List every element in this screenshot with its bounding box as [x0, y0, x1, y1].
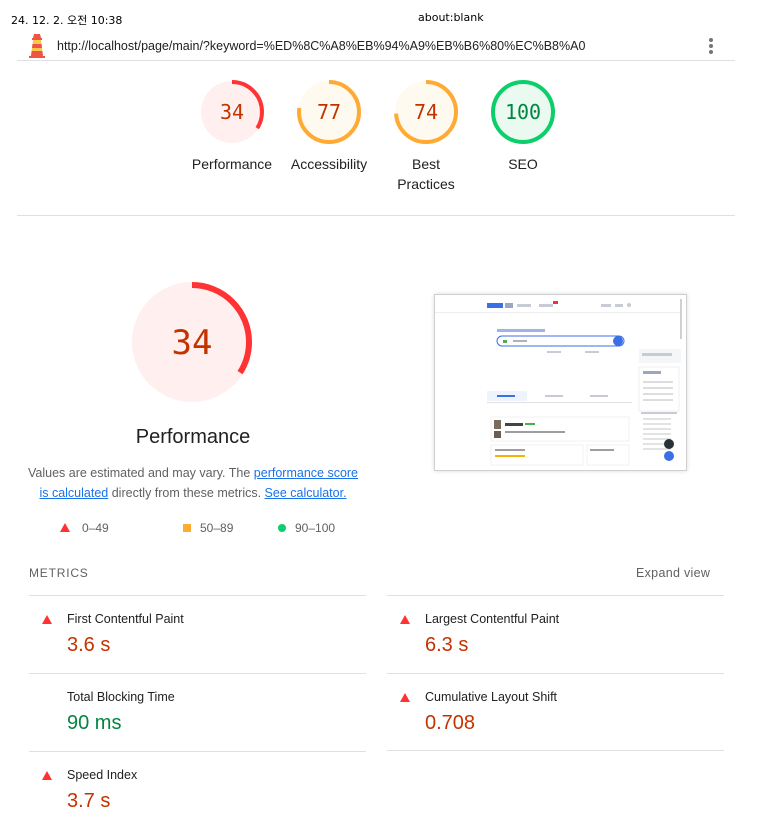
- metric-label: Total Blocking Time: [67, 690, 175, 704]
- metric-value: 0.708: [425, 712, 476, 734]
- desc-text: directly from these metrics.: [108, 486, 265, 500]
- fail-triangle-icon: [42, 615, 52, 624]
- gauge-label-line1: Best: [411, 156, 440, 172]
- gauge-best-practices-ring: 74: [394, 80, 458, 144]
- legend-fail-label: 0–49: [82, 521, 109, 535]
- gauge-label-line2: Practices: [397, 176, 455, 192]
- tested-url: http://localhost/page/main/?keyword=%ED%…: [57, 39, 586, 53]
- more-menu-icon[interactable]: [705, 37, 717, 55]
- metric-cumulative-layout-shift: Cumulative Layout Shift 0.708: [387, 673, 724, 751]
- page-thumbnail-image: [435, 295, 686, 470]
- metric-largest-contentful-paint: Largest Contentful Paint 6.3 s: [387, 595, 724, 673]
- lighthouse-logo-icon: [29, 34, 45, 58]
- gauge-best-practices[interactable]: 74 Best Practices: [376, 78, 476, 194]
- legend-pass: 90–100: [277, 521, 335, 535]
- gauge-label: Accessibility: [290, 156, 368, 172]
- metrics-heading: METRICS: [29, 566, 89, 580]
- pass-circle-icon: [278, 524, 286, 532]
- legend-average: 50–89: [182, 521, 233, 535]
- metric-label: Largest Contentful Paint: [425, 612, 560, 626]
- metric-value: 3.6 s: [67, 634, 111, 656]
- gauge-score: 74: [414, 100, 438, 124]
- legend-average-label: 50–89: [200, 521, 234, 535]
- performance-gauge-large: 34: [132, 282, 252, 402]
- fail-triangle-icon: [42, 771, 52, 780]
- report-topbar: http://localhost/page/main/?keyword=%ED%…: [17, 31, 735, 61]
- score-scale-legend: 0–49 50–89 90–100: [57, 521, 347, 539]
- gauge-accessibility-ring: 77: [297, 80, 361, 144]
- performance-score-large: 34: [172, 323, 213, 363]
- legend-pass-label: 90–100: [295, 521, 336, 535]
- gauge-seo-ring: 100: [491, 80, 555, 144]
- gauge-accessibility[interactable]: 77 Accessibility: [279, 78, 379, 174]
- metric-first-contentful-paint: First Contentful Paint 3.6 s: [29, 595, 366, 673]
- metric-label: Speed Index: [67, 768, 138, 782]
- gauge-score: 34: [220, 100, 244, 124]
- see-calculator-link[interactable]: See calculator.: [265, 486, 347, 500]
- metric-value: 3.7 s: [67, 790, 111, 812]
- gauge-score: 77: [317, 100, 341, 124]
- gauge-performance-ring: 34: [200, 80, 264, 144]
- gauge-performance[interactable]: 34 Performance: [182, 78, 282, 174]
- metric-value: 90 ms: [67, 712, 122, 734]
- print-title: about:blank: [418, 11, 484, 24]
- metric-value: 6.3 s: [425, 634, 469, 656]
- section-divider: [17, 215, 735, 216]
- metric-total-blocking-time: Total Blocking Time 90 ms: [29, 673, 366, 751]
- expand-view-toggle[interactable]: Expand view: [636, 566, 710, 580]
- metric-label: First Contentful Paint: [67, 612, 184, 626]
- gauge-seo[interactable]: 100 SEO: [473, 78, 573, 174]
- gauge-label: Best Practices: [376, 154, 476, 194]
- gauge-score: 100: [505, 100, 541, 124]
- gauge-label: Performance: [191, 156, 273, 172]
- score-gauges: 34 Performance 77 Accessibility 74 Best …: [0, 78, 757, 208]
- metric-label: Cumulative Layout Shift: [425, 690, 558, 704]
- legend-fail: 0–49: [60, 521, 109, 535]
- print-header: 24. 12. 2. 오전 10:38 about:blank: [0, 0, 757, 30]
- metric-speed-index: Speed Index 3.7 s: [29, 751, 366, 828]
- performance-description: Values are estimated and may vary. The p…: [27, 463, 359, 503]
- performance-title: Performance: [135, 426, 251, 448]
- desc-text: Values are estimated and may vary. The: [27, 466, 254, 480]
- gauge-label: SEO: [508, 156, 538, 172]
- fail-triangle-icon: [60, 523, 70, 532]
- fail-triangle-icon: [400, 693, 410, 702]
- average-square-icon: [183, 524, 191, 532]
- print-date: 24. 12. 2. 오전 10:38: [11, 14, 123, 27]
- fail-triangle-icon: [400, 615, 410, 624]
- final-screenshot-thumbnail[interactable]: [434, 294, 687, 471]
